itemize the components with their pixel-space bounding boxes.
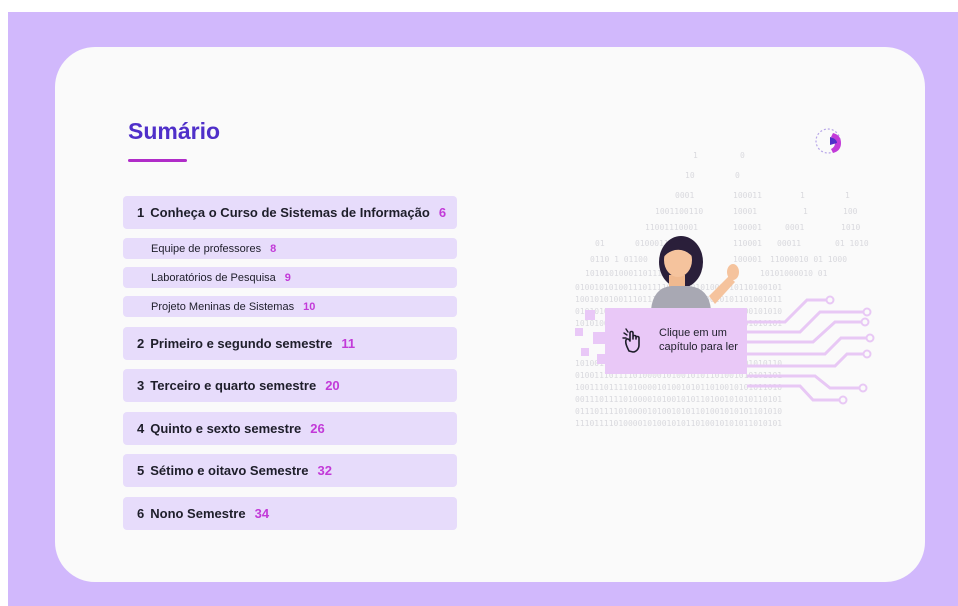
toc-item-chapter-1[interactable]: 1 Conheça o Curso de Sistemas de Informa… <box>123 196 457 229</box>
svg-text:01: 01 <box>595 239 605 248</box>
chapter-label: Conheça o Curso de Sistemas de Informaçã… <box>150 205 430 220</box>
chapter-number: 1 <box>137 205 145 220</box>
svg-text:011101111010000101001010110100: 0111011110100001010010101101001010101101… <box>575 407 782 416</box>
chapter-label: Quinto e sexto semestre <box>150 421 302 436</box>
svg-text:10101000010 01: 10101000010 01 <box>760 269 828 278</box>
chapter-label: Primeiro e segundo semestre <box>150 336 333 351</box>
svg-text:00011: 00011 <box>777 239 801 248</box>
svg-text:11000010 01 1000: 11000010 01 1000 <box>770 255 847 264</box>
page-number: 9 <box>284 271 291 284</box>
svg-text:01 1010: 01 1010 <box>835 239 869 248</box>
svg-text:001110111101000010100101011010: 0011101111010000101001010110100101010110… <box>575 395 782 404</box>
tap-hand-icon <box>622 328 640 353</box>
svg-text:0001: 0001 <box>675 191 694 200</box>
svg-text:110001: 110001 <box>733 239 762 248</box>
svg-text:1: 1 <box>845 191 850 200</box>
svg-text:1: 1 <box>693 151 698 160</box>
svg-text:100001: 100001 <box>733 255 762 264</box>
profile-logo-icon <box>815 128 841 154</box>
page-number: 6 <box>438 205 447 220</box>
page-number: 10 <box>303 300 316 313</box>
toc-item-chapter-5[interactable]: 5 Sétimo e oitavo Semestre 32 <box>123 454 457 487</box>
subsection-label: Projeto Meninas de Sistemas <box>151 300 295 313</box>
svg-text:10001: 10001 <box>733 207 757 216</box>
toc-item-chapter-6[interactable]: 6 Nono Semestre 34 <box>123 497 457 530</box>
page-number: 8 <box>270 242 277 255</box>
svg-text:1010: 1010 <box>841 223 860 232</box>
svg-text:0001: 0001 <box>785 223 804 232</box>
toc-item-chapter-3[interactable]: 3 Terceiro e quarto semestre 20 <box>123 369 457 402</box>
page-number: 26 <box>310 421 325 436</box>
svg-text:0: 0 <box>735 171 740 180</box>
page-number: 11 <box>341 336 356 351</box>
chapter-prompt-text: Clique em um capítulo para ler <box>659 327 738 353</box>
chapter-number: 4 <box>137 421 145 436</box>
svg-text:1: 1 <box>803 207 808 216</box>
title-underline <box>128 159 187 162</box>
subsection-label: Equipe de professores <box>151 242 262 255</box>
page-title: Sumário <box>128 118 221 144</box>
chapter-prompt-box: Clique em um capítulo para ler <box>605 308 747 374</box>
svg-text:1: 1 <box>800 191 805 200</box>
toc-item-chapter-4[interactable]: 4 Quinto e sexto semestre 26 <box>123 412 457 445</box>
chapter-number: 6 <box>137 506 145 521</box>
chapter-label: Sétimo e oitavo Semestre <box>150 463 309 478</box>
page-number: 20 <box>325 378 340 393</box>
toc-item-equipe-professores[interactable]: Equipe de professores 8 <box>123 238 457 259</box>
toc-item-chapter-2[interactable]: 2 Primeiro e segundo semestre 11 <box>123 327 457 360</box>
chapter-number: 2 <box>137 336 145 351</box>
chapter-label: Terceiro e quarto semestre <box>150 378 317 393</box>
svg-text:100: 100 <box>843 207 858 216</box>
binary-circuit-illustration: 10 10 0 0001 100011 1 1 1001100110 10001 1 100 … <box>575 151 875 428</box>
chapter-number: 3 <box>137 378 145 393</box>
chapter-label: Nono Semestre <box>150 506 246 521</box>
svg-text:100011: 100011 <box>733 191 762 200</box>
svg-text:0: 0 <box>740 151 745 160</box>
svg-text:111011110100001010010101101001: 1110111101000010100101011010010101011010… <box>575 419 782 428</box>
svg-text:10: 10 <box>685 171 695 180</box>
svg-text:11001110001: 11001110001 <box>645 223 698 232</box>
svg-text:100001: 100001 <box>733 223 762 232</box>
page-number: 34 <box>254 506 270 521</box>
svg-text:1001100110: 1001100110 <box>655 207 703 216</box>
toc-item-projeto-meninas[interactable]: Projeto Meninas de Sistemas 10 <box>123 296 457 317</box>
subsection-label: Laboratórios de Pesquisa <box>151 271 276 284</box>
chapter-number: 5 <box>137 463 145 478</box>
toc-item-laboratorios-pesquisa[interactable]: Laboratórios de Pesquisa 9 <box>123 267 457 288</box>
svg-text:0110 1 01100: 0110 1 01100 <box>590 255 648 264</box>
page-number: 32 <box>317 463 332 478</box>
